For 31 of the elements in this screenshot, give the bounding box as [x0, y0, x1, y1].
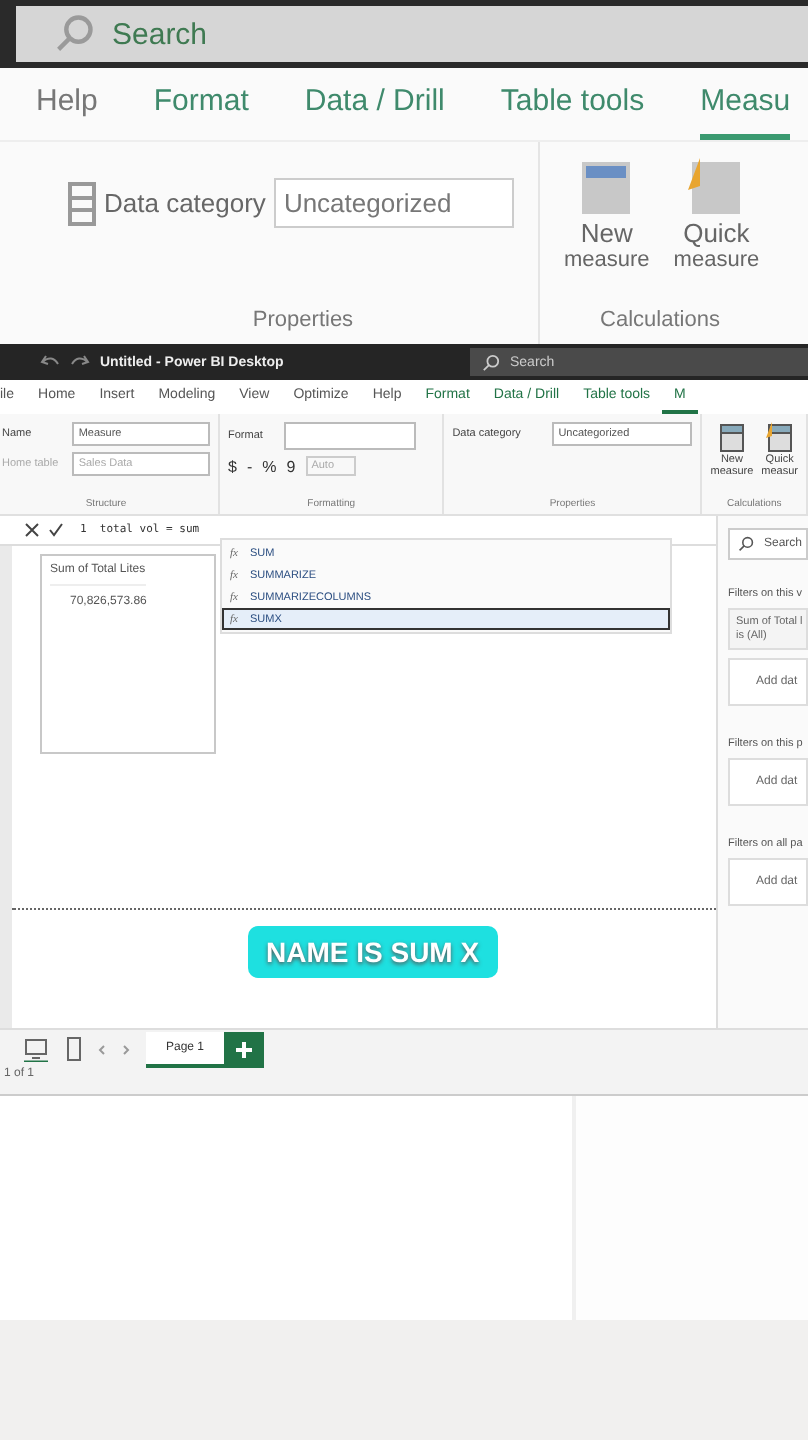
category-dropdown[interactable]: Uncategorized — [273, 178, 514, 228]
format-control[interactable]: $ — [228, 457, 237, 475]
desktop-icon[interactable] — [22, 1037, 50, 1061]
previous-icon[interactable] — [98, 1043, 106, 1055]
search-icon — [52, 12, 96, 56]
next-icon[interactable] — [122, 1043, 130, 1055]
search-placeholder: Search — [112, 17, 208, 51]
add-page-button[interactable] — [224, 1031, 265, 1067]
ribbon-tab[interactable]: Help — [36, 84, 98, 140]
caption: NAME IS SUM X — [248, 926, 498, 978]
ribbon-tab[interactable]: Data / Drill — [304, 84, 445, 140]
format-control[interactable]: 9 — [286, 457, 296, 475]
search-icon — [738, 536, 754, 552]
format-control[interactable]: % — [262, 457, 277, 475]
calculator-icon — [717, 422, 746, 454]
cancel-icon[interactable] — [24, 522, 40, 538]
format-control[interactable]: - — [246, 457, 253, 475]
calculator-icon — [765, 422, 794, 454]
group-label: Properties — [250, 308, 356, 336]
calculator-icon — [578, 158, 635, 218]
search-field[interactable]: Search — [16, 6, 808, 62]
ribbon-tab[interactable]: Format — [153, 84, 249, 140]
group-label: Calculations — [598, 308, 722, 336]
measure-button[interactable]: New measure — [564, 158, 650, 272]
field-label: Data category — [104, 188, 266, 218]
phone-icon[interactable] — [66, 1036, 82, 1062]
calculator-icon — [688, 158, 745, 218]
search-icon — [482, 353, 500, 371]
commit-icon[interactable] — [48, 522, 64, 538]
ribbon-tab[interactable]: Table tools — [500, 84, 645, 140]
measure-button[interactable]: Quick measure — [673, 158, 760, 272]
